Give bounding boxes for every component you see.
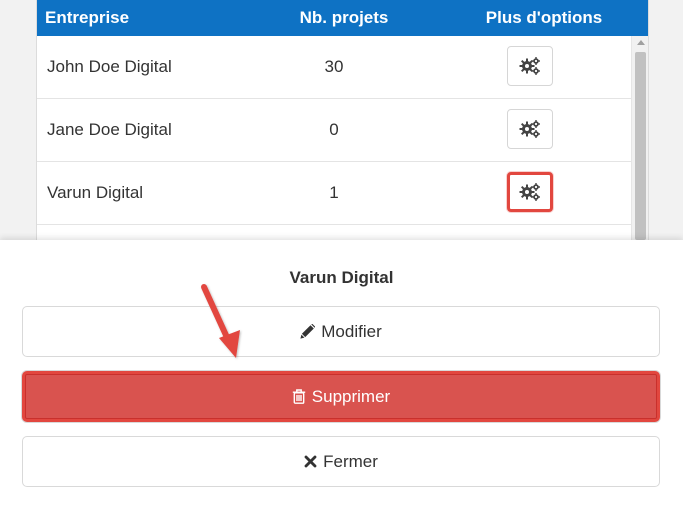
gears-icon (519, 181, 541, 203)
scroll-up-arrow-icon[interactable] (637, 40, 645, 45)
companies-table: Entreprise Nb. projets Plus d'options Jo… (36, 0, 649, 240)
project-count: 0 (329, 120, 339, 139)
modify-button-label: Modifier (321, 321, 382, 341)
project-count: 30 (324, 57, 344, 76)
page-backdrop: Entreprise Nb. projets Plus d'options Jo… (0, 0, 683, 240)
more-options-button[interactable] (507, 109, 553, 149)
more-options-button[interactable] (507, 46, 553, 86)
table-row[interactable]: Jane Doe Digital 0 (37, 99, 631, 162)
table-row[interactable]: Varun Digital 1 (37, 162, 631, 225)
scrollbar-thumb[interactable] (635, 52, 646, 240)
pencil-icon (300, 324, 316, 339)
close-icon (304, 455, 317, 468)
delete-button-label: Supprimer (311, 386, 391, 406)
gears-icon (519, 55, 541, 77)
gears-icon (519, 118, 541, 140)
project-count: 1 (329, 183, 339, 202)
table-body: John Doe Digital 30 Jane Doe Digital 0 V… (37, 36, 631, 240)
table-scrollbar[interactable] (631, 36, 648, 240)
action-sheet-title: Varun Digital (289, 268, 394, 287)
action-sheet: Varun Digital Modifier Supprimer Fermer (0, 240, 683, 513)
more-options-button-highlighted[interactable] (507, 172, 553, 212)
column-header-options: Plus d'options (485, 8, 603, 27)
trash-icon (292, 389, 306, 404)
screen: Entreprise Nb. projets Plus d'options Jo… (0, 0, 683, 513)
company-name: John Doe Digital (47, 57, 172, 76)
modify-button[interactable]: Modifier (22, 306, 660, 357)
table-row[interactable] (37, 225, 631, 240)
column-header-company[interactable]: Entreprise (45, 0, 129, 36)
table-row[interactable]: John Doe Digital 30 (37, 36, 631, 99)
delete-button[interactable]: Supprimer (22, 371, 660, 422)
company-name: Jane Doe Digital (47, 120, 172, 139)
close-button-label: Fermer (323, 451, 378, 471)
table-header: Entreprise Nb. projets Plus d'options (37, 0, 648, 36)
close-button[interactable]: Fermer (22, 436, 660, 487)
column-header-projects[interactable]: Nb. projets (294, 0, 394, 36)
company-name: Varun Digital (47, 183, 144, 202)
